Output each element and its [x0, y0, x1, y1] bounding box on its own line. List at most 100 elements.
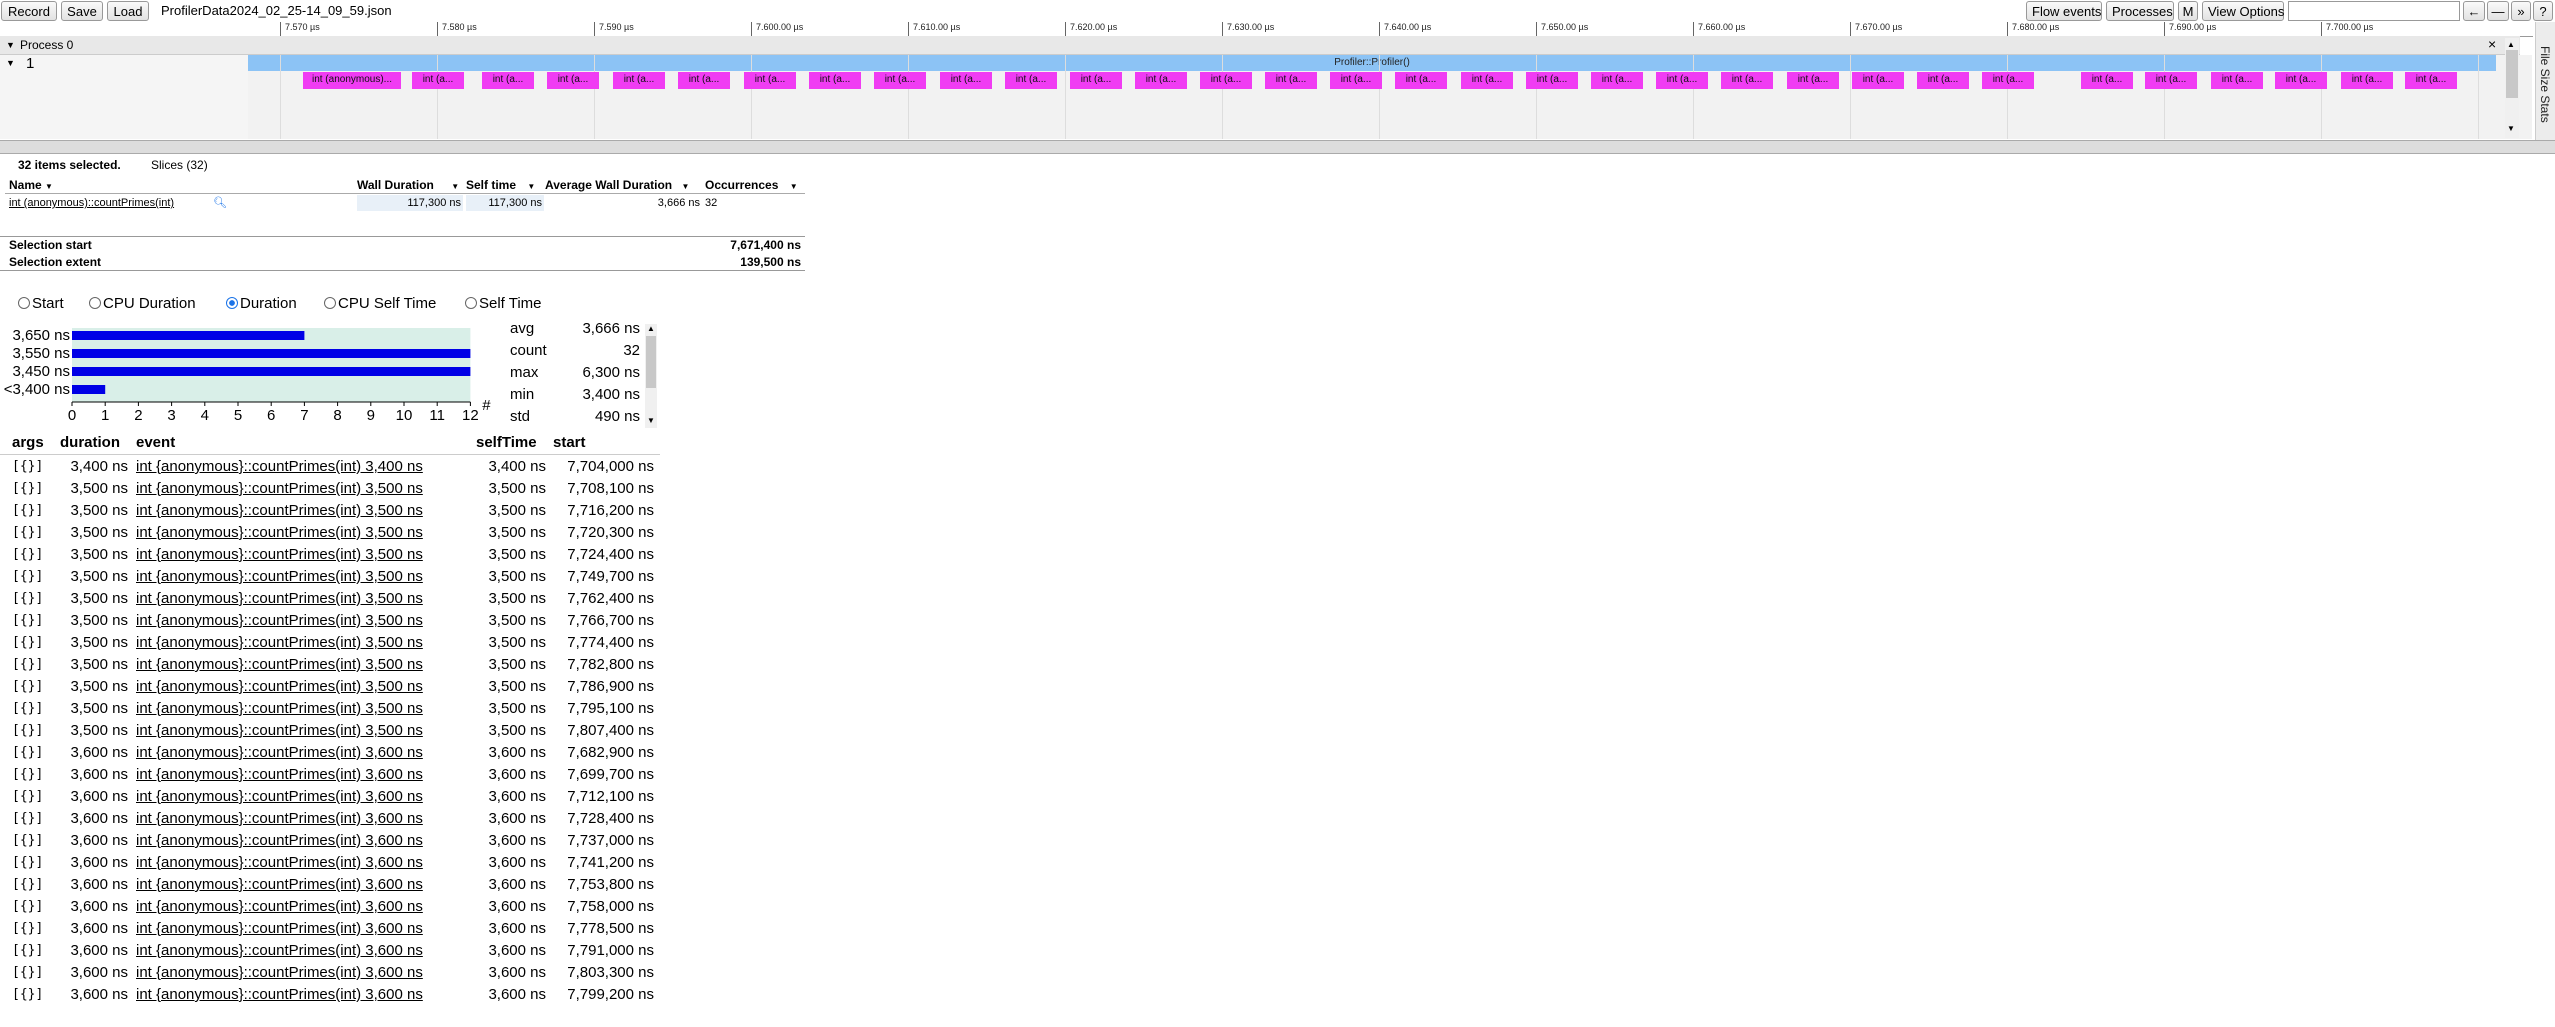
expand-triangle-icon[interactable]: ▼: [6, 36, 15, 54]
slice-block[interactable]: int (a...: [613, 72, 665, 89]
slice-block[interactable]: int (a...: [874, 72, 926, 89]
event-link[interactable]: int {anonymous}::countPrimes(int) 3,600 …: [136, 808, 423, 830]
slice-block[interactable]: int (anonymous)...: [303, 72, 401, 89]
table-row[interactable]: [{}] 3,500 ns int {anonymous}::countPrimes…: [0, 654, 660, 676]
slice-block[interactable]: int (a...: [2405, 72, 2457, 89]
slice-block[interactable]: int (a...: [482, 72, 534, 89]
args-cell[interactable]: [{}]: [12, 698, 43, 720]
table-row[interactable]: [{}] 3,600 ns int {anonymous}::countPrimes…: [0, 962, 660, 984]
column-duration[interactable]: duration: [60, 434, 120, 451]
panel-divider[interactable]: [0, 140, 2555, 154]
event-link[interactable]: int {anonymous}::countPrimes(int) 3,500 …: [136, 654, 423, 676]
scroll-up-icon[interactable]: ▲: [2507, 40, 2515, 49]
args-cell[interactable]: [{}]: [12, 852, 43, 874]
slice-block[interactable]: int (a...: [1135, 72, 1187, 89]
args-cell[interactable]: [{}]: [12, 808, 43, 830]
radio-duration[interactable]: Duration: [226, 295, 297, 312]
slice-block[interactable]: int (a...: [1721, 72, 1773, 89]
search-dash-button[interactable]: —: [2487, 1, 2509, 21]
flow-events-button[interactable]: Flow events: [2026, 1, 2102, 21]
scroll-thumb[interactable]: [2506, 50, 2518, 98]
scroll-up-icon[interactable]: ▲: [647, 324, 655, 333]
radio-cpu-self-time[interactable]: CPU Self Time: [324, 295, 436, 312]
histogram-bar[interactable]: [72, 331, 305, 340]
args-cell[interactable]: [{}]: [12, 918, 43, 940]
table-row[interactable]: [{}] 3,500 ns int {anonymous}::countPrimes…: [0, 544, 660, 566]
column-name[interactable]: Name ▼: [9, 177, 53, 193]
column-self-time[interactable]: Self time ▼: [466, 177, 535, 193]
tab-slices[interactable]: Slices (32): [151, 158, 208, 172]
radio-circle[interactable]: [18, 297, 30, 309]
table-row[interactable]: [{}] 3,500 ns int {anonymous}::countPrimes…: [0, 522, 660, 544]
column-start[interactable]: start: [553, 434, 586, 451]
event-link[interactable]: int {anonymous}::countPrimes(int) 3,400 …: [136, 456, 423, 478]
event-link[interactable]: int {anonymous}::countPrimes(int) 3,600 …: [136, 764, 423, 786]
column-average-wall-duration[interactable]: Average Wall Duration ▼: [545, 177, 689, 193]
table-row[interactable]: [{}] 3,500 ns int {anonymous}::countPrimes…: [0, 588, 660, 610]
scroll-down-icon[interactable]: ▼: [2507, 124, 2515, 133]
table-row[interactable]: [{}] 3,600 ns int {anonymous}::countPrimes…: [0, 764, 660, 786]
event-link[interactable]: int {anonymous}::countPrimes(int) 3,500 …: [136, 720, 423, 742]
args-cell[interactable]: [{}]: [12, 544, 43, 566]
args-cell[interactable]: [{}]: [12, 676, 43, 698]
event-link[interactable]: int {anonymous}::countPrimes(int) 3,500 …: [136, 632, 423, 654]
slice-block[interactable]: int (a...: [1200, 72, 1252, 89]
slice-block[interactable]: int (a...: [1591, 72, 1643, 89]
args-cell[interactable]: [{}]: [12, 742, 43, 764]
event-link[interactable]: int {anonymous}::countPrimes(int) 3,500 …: [136, 588, 423, 610]
slice-block[interactable]: int (a...: [1787, 72, 1839, 89]
table-row[interactable]: [{}] 3,600 ns int {anonymous}::countPrimes…: [0, 808, 660, 830]
parent-slice[interactable]: Profiler::Profiler(): [248, 55, 2496, 71]
radio-start[interactable]: Start: [18, 295, 64, 312]
table-row[interactable]: [{}] 3,600 ns int {anonymous}::countPrimes…: [0, 830, 660, 852]
table-row[interactable]: [{}] 3,500 ns int {anonymous}::countPrimes…: [0, 478, 660, 500]
slice-block[interactable]: int (a...: [2211, 72, 2263, 89]
table-row[interactable]: [{}] 3,500 ns int {anonymous}::countPrimes…: [0, 566, 660, 588]
search-input[interactable]: [2288, 1, 2460, 21]
event-link[interactable]: int {anonymous}::countPrimes(int) 3,600 …: [136, 896, 423, 918]
radio-circle[interactable]: [89, 297, 101, 309]
column-occurrences[interactable]: Occurrences ▼: [705, 177, 798, 193]
radio-circle[interactable]: [324, 297, 336, 309]
thread-expand-icon[interactable]: ▼: [6, 58, 15, 68]
radio-self-time[interactable]: Self Time: [465, 295, 542, 312]
table-row[interactable]: [{}] 3,500 ns int {anonymous}::countPrimes…: [0, 632, 660, 654]
column-args[interactable]: args: [12, 434, 44, 451]
event-link[interactable]: int {anonymous}::countPrimes(int) 3,600 …: [136, 918, 423, 940]
track-scrollbar[interactable]: ▲ ▼: [2505, 38, 2519, 138]
event-link[interactable]: int {anonymous}::countPrimes(int) 3,500 …: [136, 610, 423, 632]
slice-block[interactable]: int (a...: [1265, 72, 1317, 89]
table-row[interactable]: [{}] 3,500 ns int {anonymous}::countPrimes…: [0, 610, 660, 632]
slice-block[interactable]: int (a...: [2145, 72, 2197, 89]
table-row[interactable]: [{}] 3,600 ns int {anonymous}::countPrimes…: [0, 896, 660, 918]
search-prev-button[interactable]: ←: [2463, 1, 2485, 21]
histogram-bar[interactable]: [72, 385, 106, 394]
args-cell[interactable]: [{}]: [12, 522, 43, 544]
args-cell[interactable]: [{}]: [12, 654, 43, 676]
slice-block[interactable]: int (a...: [1526, 72, 1578, 89]
table-row[interactable]: [{}] 3,500 ns int {anonymous}::countPrimes…: [0, 720, 660, 742]
file-size-stats-tab[interactable]: File Size Stats: [2538, 46, 2552, 123]
event-link[interactable]: int {anonymous}::countPrimes(int) 3,500 …: [136, 478, 423, 500]
args-cell[interactable]: [{}]: [12, 500, 43, 522]
view-options-button[interactable]: View Options: [2202, 1, 2284, 21]
search-icon[interactable]: 🔍︎: [213, 195, 227, 211]
table-row[interactable]: [{}] 3,500 ns int {anonymous}::countPrimes…: [0, 676, 660, 698]
table-row[interactable]: [{}] 3,600 ns int {anonymous}::countPrimes…: [0, 918, 660, 940]
event-link[interactable]: int {anonymous}::countPrimes(int) 3,600 …: [136, 830, 423, 852]
slice-block[interactable]: int (a...: [412, 72, 464, 89]
event-link[interactable]: int {anonymous}::countPrimes(int) 3,600 …: [136, 742, 423, 764]
table-row[interactable]: [{}] 3,600 ns int {anonymous}::countPrimes…: [0, 852, 660, 874]
help-button[interactable]: ?: [2533, 1, 2553, 21]
args-cell[interactable]: [{}]: [12, 896, 43, 918]
radio-circle[interactable]: [226, 297, 238, 309]
args-cell[interactable]: [{}]: [12, 478, 43, 500]
event-link[interactable]: int {anonymous}::countPrimes(int) 3,500 …: [136, 522, 423, 544]
histogram-bar[interactable]: [72, 349, 471, 358]
event-link[interactable]: int {anonymous}::countPrimes(int) 3,500 …: [136, 676, 423, 698]
event-link[interactable]: int {anonymous}::countPrimes(int) 3,600 …: [136, 874, 423, 896]
table-row[interactable]: [{}] 3,400 ns int {anonymous}::countPrimes…: [0, 456, 660, 478]
column-self-time[interactable]: selfTime: [476, 434, 537, 451]
table-row[interactable]: [{}] 3,600 ns int {anonymous}::countPrimes…: [0, 742, 660, 764]
args-cell[interactable]: [{}]: [12, 962, 43, 984]
